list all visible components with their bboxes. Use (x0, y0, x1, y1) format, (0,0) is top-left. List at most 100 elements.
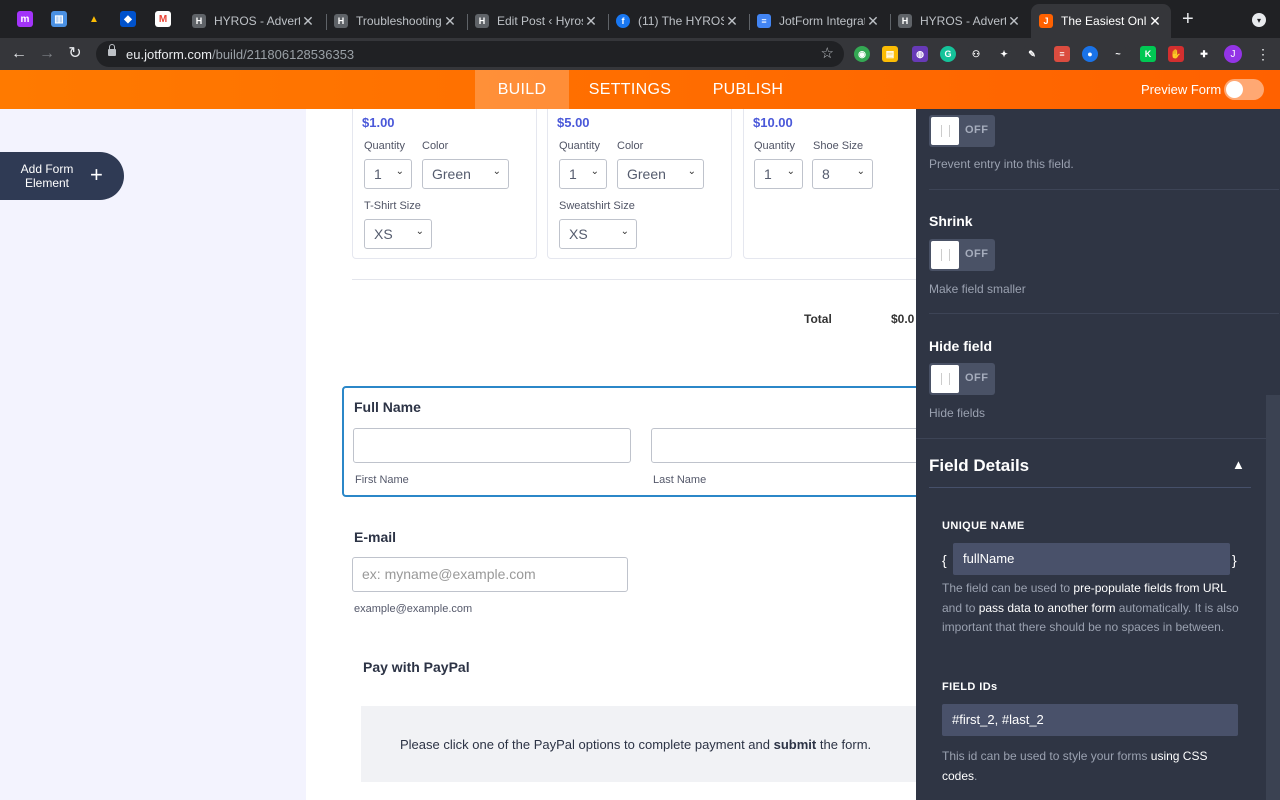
address-bar[interactable]: eu.jotform.com/build/211806128536353 ☆ (96, 41, 844, 67)
quantity-select[interactable]: 1 ⌄ (364, 159, 412, 189)
extension-icon[interactable]: ◍ (912, 46, 928, 62)
browser-tab[interactable]: H Troubleshooting ✕ (326, 4, 466, 38)
read-only-description: Prevent entry into this field. (929, 157, 1074, 171)
close-icon[interactable]: ✕ (865, 13, 881, 30)
close-icon[interactable]: ✕ (442, 13, 458, 30)
reload-icon[interactable]: ↻ (65, 44, 85, 64)
product-card[interactable]: $1.00 Quantity Color 1 ⌄ Green ⌄ T-Shirt S… (352, 109, 537, 259)
extension-icon[interactable]: ~ (1110, 46, 1126, 62)
total-label: Total (804, 312, 832, 326)
shrink-toggle[interactable]: OFF (929, 239, 995, 271)
unique-name-label: UNIQUE NAME (942, 520, 1025, 532)
docs-icon: ≡ (757, 14, 771, 28)
extensions-puzzle-icon[interactable]: ✚ (1196, 46, 1212, 62)
color-select[interactable]: Green ⌄ (617, 159, 704, 189)
intercom-icon[interactable]: ▥ (51, 11, 67, 27)
extension-icon[interactable]: ✦ (996, 46, 1012, 62)
field-ids-input[interactable]: #first_2, #last_2 (942, 704, 1238, 736)
field-details-title[interactable]: Field Details (929, 456, 1029, 476)
hide-field-title: Hide field (929, 338, 993, 354)
extension-icon[interactable]: K (1140, 46, 1156, 62)
email-title: E-mail (354, 529, 397, 545)
tab-title: The Easiest Onlin (1061, 14, 1147, 28)
tab-settings[interactable]: SETTINGS (580, 70, 680, 109)
shoe-size-value: 8 (822, 166, 830, 182)
size-select[interactable]: XS ⌄ (559, 219, 637, 249)
properties-panel: OFF Prevent entry into this field. Shrin… (916, 109, 1280, 800)
browser-tab[interactable]: H Edit Post ‹ Hyros ✕ (467, 4, 607, 38)
toggle-state: OFF (965, 248, 989, 260)
hyros-icon: H (192, 14, 206, 28)
close-icon[interactable]: ✕ (583, 13, 599, 30)
extension-icon[interactable]: ⚇ (968, 46, 984, 62)
close-icon[interactable]: ✕ (1006, 13, 1022, 30)
product-card[interactable]: $5.00 Quantity Color 1 ⌄ Green ⌄ Sweatshir… (547, 109, 732, 259)
drive-icon[interactable]: ▲ (86, 11, 102, 27)
preview-form-toggle[interactable] (1224, 79, 1264, 100)
email-input[interactable]: ex: myname@example.com (352, 557, 628, 592)
pen-icon[interactable]: ✎ (1024, 46, 1040, 62)
tab-title: JotForm Integrat (779, 14, 865, 28)
close-icon[interactable]: ✕ (1147, 13, 1163, 30)
first-name-input[interactable] (353, 428, 631, 463)
chevron-up-icon[interactable]: ▲ (1232, 457, 1245, 472)
new-tab-icon[interactable]: + (1182, 9, 1194, 29)
tab-search-icon[interactable]: ▾ (1252, 13, 1266, 27)
quantity-value: 1 (374, 166, 382, 182)
chrome-extension-icon[interactable]: ◉ (854, 46, 870, 62)
back-icon[interactable]: ← (9, 44, 29, 64)
hide-field-toggle[interactable]: OFF (929, 363, 995, 395)
read-only-toggle[interactable]: OFF (929, 115, 995, 147)
shoe-size-select[interactable]: 8 ⌄ (812, 159, 873, 189)
close-icon[interactable]: ✕ (724, 13, 740, 30)
close-icon[interactable]: ✕ (300, 13, 316, 30)
size-select[interactable]: XS ⌄ (364, 219, 432, 249)
product-card[interactable]: $10.00 Quantity Shoe Size 1 ⌄ 8 ⌄ (743, 109, 916, 259)
size-label: T-Shirt Size (364, 200, 421, 212)
jira-icon[interactable]: ◆ (120, 11, 136, 27)
notes-extension-icon[interactable]: ▤ (882, 46, 898, 62)
panel-scrollbar[interactable] (1266, 395, 1280, 800)
chevron-down-icon: ⌄ (620, 226, 629, 237)
full-name-field[interactable]: Full Name First Name Last Name (342, 386, 916, 497)
color-label: Color (617, 140, 644, 152)
tab-title: (11) The HYROS (638, 14, 724, 28)
chevron-down-icon: ⌄ (492, 166, 501, 177)
chevron-down-icon: ⌄ (415, 226, 424, 237)
browser-tab-active[interactable]: J The Easiest Onlin ✕ (1031, 4, 1171, 38)
unique-name-input[interactable]: fullName (953, 543, 1230, 575)
browser-tab[interactable]: f (11) The HYROS ✕ (608, 4, 748, 38)
tab-build[interactable]: BUILD (475, 70, 569, 109)
quantity-value: 1 (764, 166, 772, 182)
profile-avatar[interactable]: J (1224, 45, 1242, 63)
extension-icon[interactable]: ✋ (1168, 46, 1184, 62)
browser-tab[interactable]: H HYROS - Advertis ✕ (184, 4, 324, 38)
last-name-input[interactable] (651, 428, 916, 463)
quantity-label: Quantity (364, 140, 405, 152)
extension-icon[interactable]: ● (1082, 46, 1098, 62)
form-canvas: $1.00 Quantity Color 1 ⌄ Green ⌄ T-Shirt S… (306, 109, 916, 800)
toggle-state: OFF (965, 372, 989, 384)
forward-icon[interactable]: → (37, 44, 57, 64)
messenger-icon[interactable]: m (17, 11, 33, 27)
product-price: $1.00 (362, 115, 395, 130)
menu-icon[interactable]: ⋮ (1256, 46, 1270, 63)
color-value: Green (432, 166, 471, 182)
product-price: $5.00 (557, 115, 590, 130)
color-select[interactable]: Green ⌄ (422, 159, 509, 189)
unique-name-help: The field can be used to pre-populate fi… (942, 581, 1239, 634)
add-form-element-button[interactable]: Add Form Element + (0, 152, 124, 200)
last-name-sublabel: Last Name (653, 474, 707, 486)
quantity-select[interactable]: 1 ⌄ (754, 159, 803, 189)
grammarly-icon[interactable]: G (940, 46, 956, 62)
tab-publish[interactable]: PUBLISH (703, 70, 793, 109)
browser-tab[interactable]: ≡ JotForm Integrat ✕ (749, 4, 889, 38)
todoist-icon[interactable]: ≡ (1054, 46, 1070, 62)
browser-tab[interactable]: H HYROS - Advertis ✕ (890, 4, 1030, 38)
bookmark-star-icon[interactable]: ☆ (821, 44, 834, 62)
tab-title: Troubleshooting (356, 14, 442, 28)
tab-title: Edit Post ‹ Hyros (497, 14, 583, 28)
quantity-select[interactable]: 1 ⌄ (559, 159, 607, 189)
gmail-icon[interactable]: M (155, 11, 171, 27)
chevron-down-icon: ⌄ (856, 166, 865, 177)
